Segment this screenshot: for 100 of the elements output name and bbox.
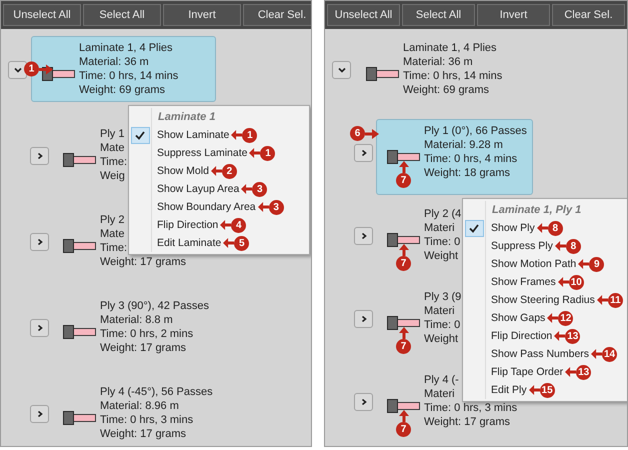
callout-arrow [398,410,408,422]
menu-item[interactable]: Show Mold [157,165,209,177]
toolbar-button[interactable]: Unselect All [3,4,81,26]
expand-toggle[interactable] [30,319,49,337]
item-text: Material: 8.8 m [100,313,173,327]
callout-arrow [578,259,590,269]
menu-item[interactable]: Flip Direction [491,330,552,342]
item-text: Weight: 17 grams [100,341,186,355]
expand-toggle[interactable] [30,147,49,165]
menu-item[interactable]: Show Frames [491,276,556,288]
callout-number: 13 [565,328,580,344]
item-text: Mate [100,227,124,241]
item-text: Ply 2 (4 [424,207,462,221]
callout-arrow [220,220,232,230]
toolbar-button[interactable]: Clear Sel. [552,4,625,26]
toolbar-button[interactable]: Invert [477,4,550,26]
menu-item[interactable]: Show Laminate [157,129,230,141]
callout-arrow [528,385,540,395]
chevron-icon [360,316,368,322]
slider-icon [63,411,97,425]
chevron-icon [14,67,22,73]
expand-toggle[interactable] [354,144,373,162]
callout-number: 7 [396,422,411,437]
callout-arrow [398,244,408,256]
callout-arrow [258,202,269,212]
menu-item[interactable]: Flip Tape Order [491,366,564,378]
toolbar-button[interactable]: Unselect All [327,4,400,26]
slider-icon [63,153,97,167]
toolbar-button[interactable]: Clear Sel. [243,4,311,26]
slider-icon [387,150,421,164]
item-text: Time: 0 [424,235,460,249]
callout-number: 8 [548,220,563,236]
item-text: Weight [424,332,458,346]
callout-number: 12 [558,310,574,326]
menu-title: Laminate 1 [158,111,216,123]
item-text: Weight: 69 grams [79,83,166,97]
callout-arrow [210,166,222,176]
callout-number: 1 [242,128,258,142]
expand-toggle[interactable] [354,310,373,328]
item-text: Ply 3 (90°), 42 Passes [100,299,209,313]
menu-item[interactable]: Show Boundary Area [157,201,256,213]
menu-item[interactable]: Edit Ply [491,384,527,396]
callout-arrow [241,184,252,194]
callout-number: 6 [350,126,365,141]
item-text: Time: 0 hrs, 14 mins [403,69,502,83]
item-text: Ply 1 (0°), 66 Passes [424,124,527,138]
item-text: Ply 2 [100,213,124,227]
menu-item[interactable]: Suppress Ply [491,240,553,252]
callout-arrow [231,130,242,140]
menu-item[interactable]: Show Pass Numbers [491,348,590,360]
toolbar-button[interactable]: Invert [163,4,241,26]
menu-item[interactable]: Flip Direction [157,219,218,231]
item-text: Weight: 18 grams [424,166,510,180]
menu-item[interactable]: Show Layup Area [157,183,240,195]
chevron-icon [360,399,368,405]
item-text: Ply 4 (- [424,373,459,387]
toolbar-button[interactable]: Select All [402,4,475,26]
item-text: Time: 0 hrs, 14 mins [79,69,178,83]
menu-item[interactable]: Suppress Laminate [157,147,248,159]
expand-toggle[interactable] [30,405,49,423]
menu-item[interactable]: Edit Laminate [157,237,222,249]
callout-arrow [223,238,234,248]
callout-number: 13 [576,364,592,380]
menu-item[interactable]: Show Ply [491,222,535,234]
callout-number: 2 [222,164,237,178]
callout-arrow [596,295,608,305]
slider-icon [63,325,97,339]
callout-arrow [365,128,379,138]
item-text: Weight: 69 grams [403,83,490,97]
item-text: Weight: 17 grams [100,255,186,269]
callout-number: 15 [540,382,555,398]
expand-toggle[interactable] [30,233,49,251]
slider-icon [63,239,97,253]
expand-toggle[interactable] [332,61,351,79]
chevron-icon [338,67,346,73]
expand-toggle[interactable] [8,61,27,79]
item-text: Material: 8.96 m [100,399,179,413]
menu-item[interactable]: Show Motion Path [491,258,576,270]
item-text: Materi [424,304,455,318]
item-text: Time: 0 hrs, 3 mins [424,401,518,415]
callout-arrow [565,367,576,377]
toolbar-button[interactable]: Select All [83,4,161,26]
callout-number: 9 [589,256,604,272]
callout-arrow [547,313,558,323]
callout-number: 7 [396,339,411,354]
expand-toggle[interactable] [354,393,373,411]
menu-title: Laminate 1, Ply 1 [492,204,582,216]
callout-number: 4 [231,218,246,232]
expand-toggle[interactable] [354,227,373,245]
chevron-icon [36,239,44,245]
item-text: Time: 0 hrs, 3 mins [100,413,194,427]
item-text: Ply 1 [100,127,124,141]
item-text: Time: [100,241,128,255]
item-text: Ply 3 (9 [424,290,462,304]
callout-number: 8 [566,238,581,254]
item-text: Ply 4 (-45°), 56 Passes [100,385,213,399]
menu-item[interactable]: Show Gaps [491,312,546,324]
callout-number: 10 [568,274,584,290]
menu-item[interactable]: Show Steering Radius [491,294,595,306]
item-text: Material: 36 m [79,55,149,69]
